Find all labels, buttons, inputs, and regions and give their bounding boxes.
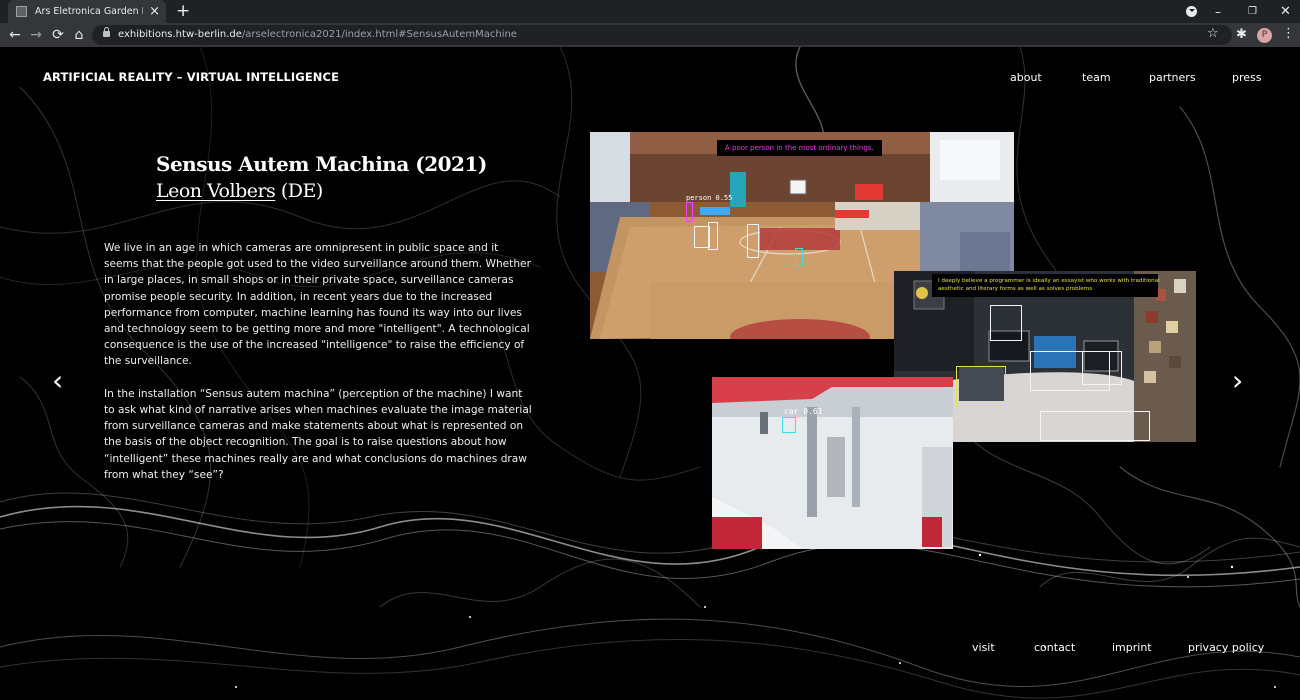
office-caption-line: I deeply believe a programmer is ideally…	[938, 278, 1160, 284]
detection-box	[708, 222, 718, 250]
footer-visit[interactable]: visit	[972, 641, 995, 654]
favicon-icon	[16, 6, 27, 17]
detection-box	[990, 305, 1022, 341]
footer-imprint[interactable]: imprint	[1112, 641, 1152, 654]
close-tab-icon[interactable]: ×	[149, 5, 160, 18]
gas-station-surveillance-image[interactable]: car 0.61	[712, 377, 953, 549]
reload-icon[interactable]: ⟳	[49, 26, 67, 44]
gas-station-scene	[712, 377, 953, 549]
footer-privacy-policy[interactable]: privacy policy	[1188, 641, 1264, 654]
nav-team[interactable]: team	[1082, 71, 1111, 84]
work-description: We live in an age in which cameras are o…	[104, 240, 536, 499]
browser-tab-bar: Ars Eletronica Garden Berlin 2021 × + – …	[0, 0, 1300, 23]
previous-arrow-icon[interactable]: ‹	[52, 367, 63, 395]
work-title: Sensus Autem Machina (2021)	[156, 152, 487, 176]
nav-partners[interactable]: partners	[1149, 71, 1196, 84]
nav-press[interactable]: press	[1232, 71, 1262, 84]
window-close-icon[interactable]: ✕	[1280, 0, 1291, 23]
detection-label: person 0.55	[686, 194, 733, 202]
tab-title: Ars Eletronica Garden Berlin 2021	[35, 6, 143, 17]
profile-avatar[interactable]: P	[1257, 28, 1272, 43]
artist-link[interactable]: Leon Volbers	[156, 180, 276, 202]
detection-box	[1040, 411, 1150, 441]
description-paragraph: In the installation “Sensus autem machin…	[104, 387, 532, 481]
detection-box	[782, 417, 796, 433]
detection-box	[686, 202, 693, 222]
home-icon[interactable]: ⌂	[70, 26, 88, 44]
browser-toolbar: ← → ⟳ ⌂ exhibitions.htw-berlin.de/arsele…	[0, 23, 1300, 47]
gym-caption: A poor person in the most ordinary thing…	[717, 140, 882, 156]
footer-contact[interactable]: contact	[1034, 641, 1075, 654]
site-title[interactable]: ARTIFICIAL REALITY – VIRTUAL INTELLIGENC…	[43, 70, 339, 84]
new-tab-button[interactable]: +	[176, 1, 190, 21]
back-icon[interactable]: ←	[6, 26, 24, 44]
description-paragraph: We live in an age in which cameras are o…	[104, 242, 531, 368]
address-bar[interactable]: exhibitions.htw-berlin.de/arselectronica…	[92, 25, 1232, 45]
tab-search-icon[interactable]	[1186, 6, 1197, 17]
url-text[interactable]: exhibitions.htw-berlin.de/arselectronica…	[118, 28, 517, 42]
detection-label: car 0.61	[784, 407, 823, 416]
next-arrow-icon[interactable]: ›	[1232, 367, 1243, 395]
bookmark-star-icon[interactable]: ☆	[1207, 26, 1219, 41]
extensions-icon[interactable]: ✱	[1236, 27, 1247, 42]
detection-box	[1082, 351, 1122, 385]
page: ARTIFICIAL REALITY – VIRTUAL INTELLIGENC…	[0, 47, 1300, 700]
forward-icon[interactable]: →	[27, 26, 45, 44]
detection-box	[956, 366, 1006, 406]
lock-icon	[103, 27, 110, 37]
office-caption-line: aesthetic and literary forms as well as …	[938, 285, 1094, 292]
detection-box	[747, 224, 759, 258]
restore-icon[interactable]: ❐	[1248, 0, 1257, 23]
artist-line: Leon Volbers (DE)	[156, 180, 323, 202]
detection-box	[795, 248, 803, 266]
artist-country: (DE)	[275, 180, 323, 202]
browser-tab[interactable]: Ars Eletronica Garden Berlin 2021 ×	[8, 0, 166, 23]
office-caption: I deeply believe a programmer is ideally…	[932, 274, 1160, 297]
minimize-icon[interactable]: –	[1215, 0, 1221, 23]
browser-menu-icon[interactable]: ⋮	[1282, 26, 1295, 42]
nav-about[interactable]: about	[1010, 71, 1042, 84]
